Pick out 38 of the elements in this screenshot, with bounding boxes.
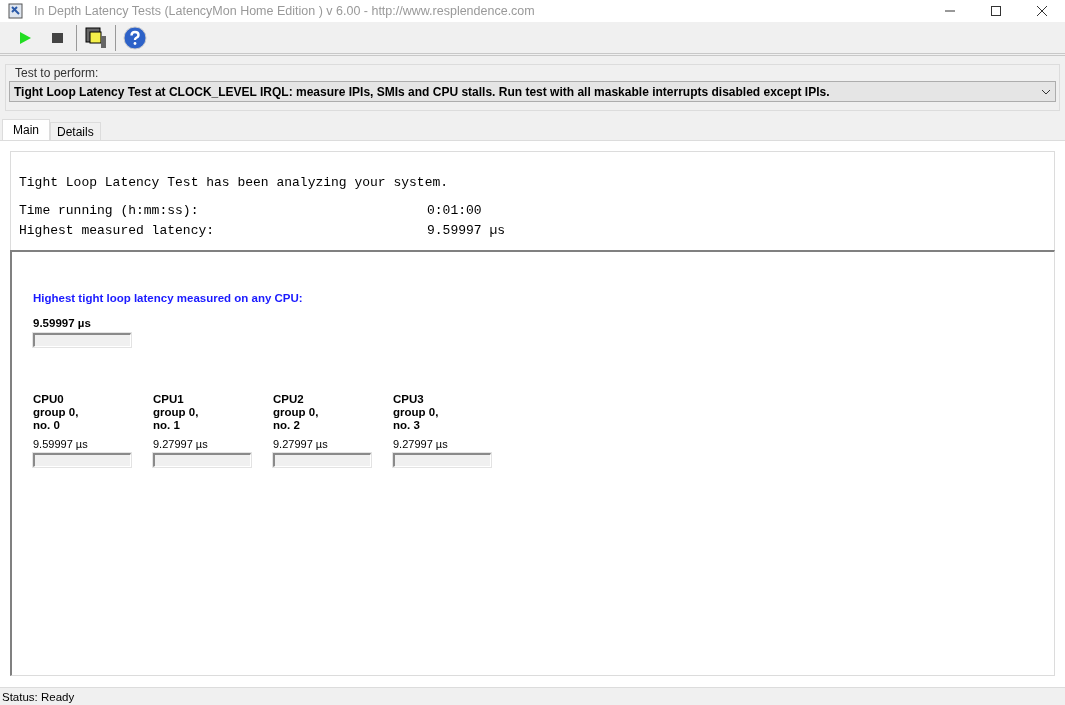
close-icon — [1037, 6, 1047, 16]
chevron-down-icon — [1041, 88, 1051, 95]
summary-label: Time running (h:mm:ss): — [19, 204, 200, 218]
help-button[interactable] — [122, 24, 148, 51]
cpu-latency: 9.27997 µs — [153, 438, 209, 451]
tab[interactable]: Details — [50, 122, 101, 140]
test-dropdown[interactable]: Tight Loop Latency Test at CLOCK_LEVEL IRQL: measure IPIs, SMIs and CPU stalls. Run test with all maskable interrupts disabled except IPIs. — [9, 81, 1056, 102]
cpu-latency: 9.27997 µs — [273, 438, 329, 451]
summary-value: 9.59997 µs — [427, 224, 505, 238]
status-text: Status: Ready — [1, 690, 76, 704]
cpu-latency: 9.59997 µs — [33, 438, 89, 451]
maximize-icon — [991, 6, 1001, 16]
cpu-number: no. 0 — [33, 419, 61, 432]
cpu-number: no. 3 — [393, 419, 421, 432]
cpu-name: CPU0 — [33, 393, 65, 406]
tab[interactable]: Main — [2, 119, 50, 140]
cpu-name: CPU2 — [273, 393, 305, 406]
summary-label: Highest measured latency: — [19, 224, 216, 238]
cpu-latency: 9.27997 µs — [393, 438, 449, 451]
cpu-name: CPU1 — [153, 393, 185, 406]
window-title: In Depth Latency Tests (LatencyMon Home Edition ) v 6.00 - http://www.resplendence.com — [34, 2, 535, 20]
summary-value: 0:01:00 — [427, 204, 482, 218]
stop-icon — [51, 32, 63, 43]
highest-value: 9.59997 µs — [33, 316, 92, 330]
section-title: Highest tight loop latency measured on any CPU: — [33, 291, 304, 305]
overlapping-windows-icon — [85, 26, 107, 49]
play-icon — [19, 31, 31, 44]
cpu-name: CPU3 — [393, 393, 425, 406]
cpu-number: no. 2 — [273, 419, 301, 432]
summary-headline: Tight Loop Latency Test has been analyzing your system. — [19, 176, 450, 190]
cpu-group: group 0, — [153, 406, 273, 419]
app-icon — [8, 3, 24, 19]
group-label: Test to perform: — [14, 65, 100, 81]
cpu-number: no. 1 — [153, 419, 181, 432]
cpu-group: group 0, — [393, 406, 513, 419]
cpu-group: group 0, — [273, 406, 393, 419]
windows-button[interactable] — [83, 24, 109, 51]
cpu-group: group 0, — [33, 406, 153, 419]
